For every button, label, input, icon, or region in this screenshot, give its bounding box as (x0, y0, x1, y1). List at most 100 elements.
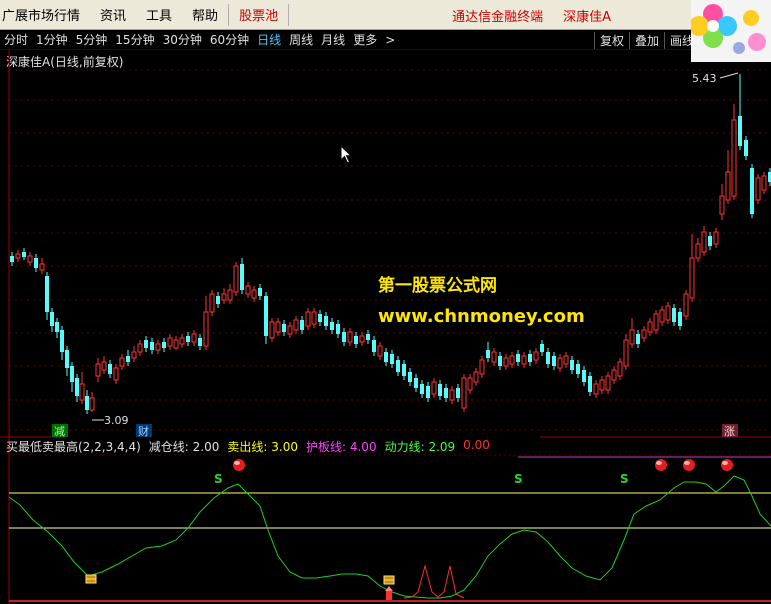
candle-body (509, 355, 515, 365)
candle-body (665, 305, 671, 321)
terminal-title: 通达信金融终端 (452, 9, 544, 25)
period-intraday[interactable]: 分时 (0, 31, 32, 48)
candle-body (593, 383, 599, 395)
kline-chart[interactable]: 5.43 3.09 减 财 涨 S S S (0, 50, 771, 604)
menu-bar: 广展市场行情 资讯 工具 帮助 股票池 通达信金融终端 深康佳A (0, 0, 771, 62)
candle-body (570, 360, 574, 370)
period-5min[interactable]: 5分钟 (72, 31, 112, 48)
candle-body (50, 312, 54, 326)
candle-body (167, 337, 173, 347)
candle-body (191, 333, 197, 343)
red-ball-icon (721, 459, 733, 471)
red-ball-icons (233, 459, 733, 471)
menu-tools[interactable]: 工具 (136, 5, 182, 24)
candle-body (540, 344, 544, 352)
candle-body (15, 253, 21, 259)
indicator-name: 买最低卖最高(2,2,3,4,4) (6, 440, 141, 454)
candle-body (264, 296, 268, 336)
candle-body (546, 352, 550, 364)
candle-body (755, 177, 761, 201)
period-1min[interactable]: 1分钟 (32, 31, 72, 48)
candle-body (672, 308, 676, 322)
candle-body (311, 311, 317, 325)
sell-signal-s: S (620, 472, 629, 486)
candle-body (713, 231, 719, 245)
candle-body (701, 231, 707, 253)
candle-body (287, 325, 293, 335)
candle-body (576, 364, 580, 374)
menu-stock-pool[interactable]: 股票池 (229, 5, 288, 24)
candle-body (10, 256, 14, 262)
candle-body (456, 388, 460, 398)
indicator-item: 护板线: 4.00 (305, 440, 377, 454)
indicator-item: 减仓线: 2.00 (148, 440, 220, 454)
candlestick-series (10, 74, 771, 414)
candle-body (293, 319, 299, 331)
candle-body (275, 321, 281, 333)
rise-mark: 涨 (724, 425, 735, 438)
candle-body (366, 334, 370, 340)
candle-body (629, 329, 635, 345)
period-weekly[interactable]: 周线 (285, 31, 317, 48)
period-daily[interactable]: 日线 (253, 31, 285, 48)
candle-body (491, 351, 497, 363)
watermark-title: 第一股票公式网 (378, 276, 497, 296)
buy-arrow-icon (385, 586, 393, 600)
candle-body (108, 364, 112, 374)
low-price-label: 3.09 (104, 414, 129, 427)
watermark-url: www.chnmoney.com (378, 306, 585, 327)
candle-body (89, 397, 95, 411)
candle-body (516, 354, 520, 362)
more-arrow-icon[interactable]: > (381, 33, 399, 47)
candle-body (761, 175, 767, 191)
period-30min[interactable]: 30分钟 (159, 31, 206, 48)
candle-body (725, 171, 731, 201)
candle-body (420, 384, 424, 394)
candle-body (324, 316, 328, 326)
candle-body (22, 252, 26, 257)
candle-body (336, 324, 340, 334)
red-spike-line (403, 564, 465, 599)
adjust-price-button[interactable]: 复权 (593, 31, 629, 49)
period-60min[interactable]: 60分钟 (206, 31, 253, 48)
menu-right-group: 通达信金融终端 深康佳A (442, 0, 621, 30)
red-ball-icon (683, 459, 695, 471)
menu-market[interactable]: 广展市场行情 (0, 5, 90, 24)
candle-body (731, 119, 737, 197)
high-price-marker: 5.43 (692, 72, 739, 85)
toolbar-right-group: 复权 叠加 画线 (593, 30, 699, 50)
candle-body (245, 285, 251, 295)
candle-body (372, 340, 376, 352)
candle-body (198, 338, 202, 346)
buy-box-icon (383, 575, 395, 585)
candle-body (678, 312, 682, 326)
candle-body (45, 276, 49, 312)
period-15min[interactable]: 15分钟 (111, 31, 158, 48)
menu-info[interactable]: 资讯 (90, 5, 136, 24)
menu-help[interactable]: 帮助 (182, 5, 228, 24)
period-more[interactable]: 更多 (349, 31, 381, 48)
period-monthly[interactable]: 月线 (317, 31, 349, 48)
candle-body (282, 324, 286, 332)
overlay-button[interactable]: 叠加 (628, 31, 664, 49)
candle-body (377, 345, 383, 357)
candle-body (258, 288, 262, 296)
indicator-item: 动力线: 2.09 (384, 440, 456, 454)
candle-body (347, 331, 353, 343)
candle-body (605, 375, 611, 391)
candle-body (65, 350, 69, 368)
candle-body (689, 257, 695, 299)
candle-body (599, 379, 605, 391)
candle-body (738, 116, 742, 146)
candle-body (354, 336, 358, 344)
candle-body (70, 366, 74, 382)
candle-body (461, 377, 467, 409)
candle-body (155, 343, 161, 351)
signal-marks: 减 财 涨 (52, 424, 738, 438)
candle-body (582, 370, 586, 382)
indicator-legend: 买最低卖最高(2,2,3,4,4) 减仓线: 2.00 卖出线: 3.00 护板… (6, 438, 490, 455)
candle-body (396, 360, 400, 372)
indicator-item: 卖出线: 3.00 (227, 440, 298, 454)
price-grid (9, 69, 771, 431)
candle-body (467, 377, 473, 391)
